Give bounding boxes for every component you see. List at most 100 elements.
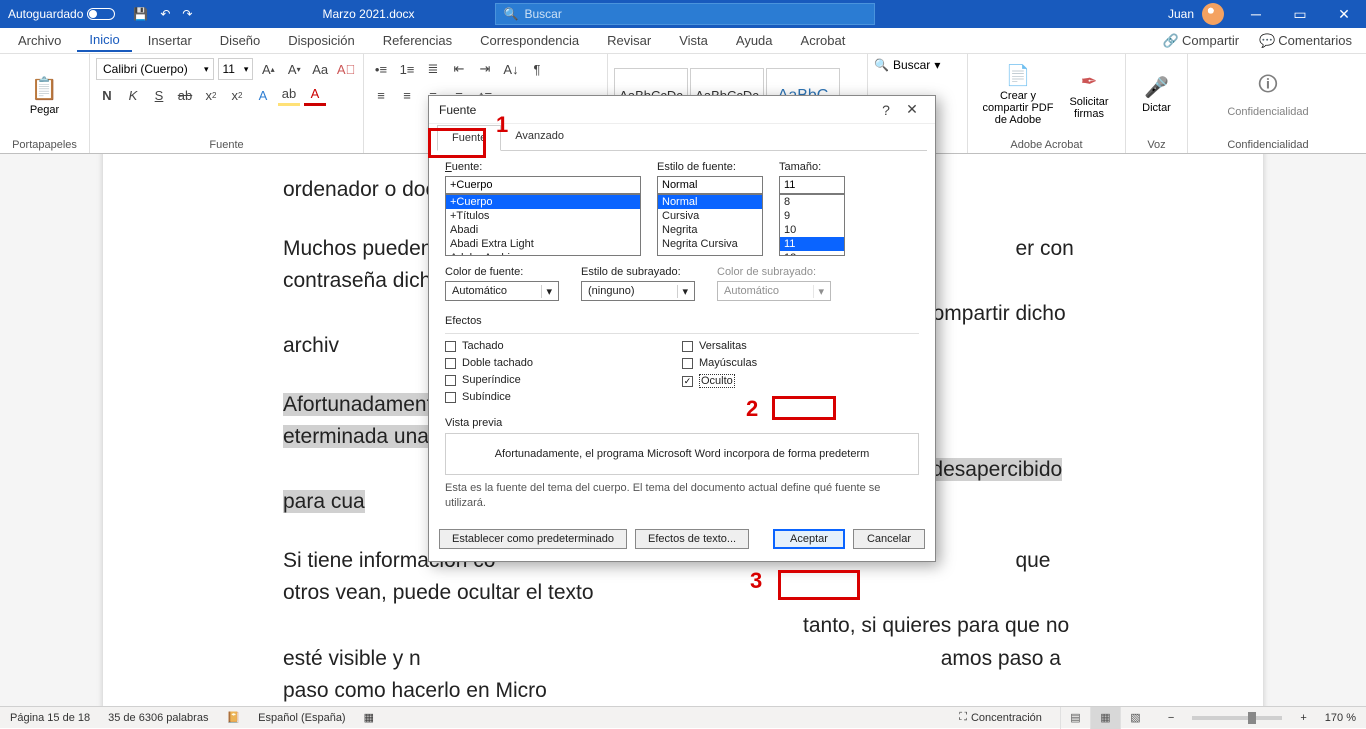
maximize-button[interactable]: ▭ [1278, 0, 1322, 28]
close-button[interactable]: ✕ [1322, 0, 1366, 28]
zoom-level[interactable]: 170 % [1325, 712, 1356, 724]
checkbox-strikethrough[interactable]: Tachado [445, 340, 682, 352]
find-button[interactable]: 🔍 Buscar ▾ [874, 58, 961, 72]
tab-references[interactable]: Referencias [371, 30, 464, 51]
zoom-slider[interactable] [1192, 716, 1282, 720]
tab-view[interactable]: Vista [667, 30, 720, 51]
grow-font-icon[interactable]: A▴ [257, 58, 279, 80]
checkbox-subscript[interactable]: Subíndice [445, 391, 682, 403]
dictate-button[interactable]: 🎤Dictar [1134, 58, 1180, 130]
list-item[interactable]: Normal [658, 195, 762, 209]
tab-layout[interactable]: Disposición [276, 30, 366, 51]
show-marks-icon[interactable]: ¶ [526, 58, 548, 80]
list-item[interactable]: 11 [780, 237, 844, 251]
tab-home[interactable]: Inicio [77, 29, 131, 52]
tab-mailings[interactable]: Correspondencia [468, 30, 591, 51]
tab-help[interactable]: Ayuda [724, 30, 785, 51]
set-default-button[interactable]: Establecer como predeterminado [439, 529, 627, 549]
font-color-icon[interactable]: A [304, 84, 326, 106]
tab-file[interactable]: Archivo [6, 30, 73, 51]
underline-button[interactable]: S [148, 84, 170, 106]
minimize-button[interactable]: ─ [1234, 0, 1278, 28]
superscript-button[interactable]: x2 [226, 84, 248, 106]
status-language[interactable]: Español (España) [258, 712, 345, 724]
sort-icon[interactable]: A↓ [500, 58, 522, 80]
focus-mode-button[interactable]: ⛶Concentración [959, 711, 1042, 724]
redo-icon[interactable]: ↷ [182, 7, 192, 21]
align-center-icon[interactable]: ≡ [396, 84, 418, 106]
save-icon[interactable]: 💾 [133, 7, 148, 21]
view-web-icon[interactable]: ▧ [1120, 707, 1150, 729]
font-name-combo[interactable]: Calibri (Cuerpo)▾ [96, 58, 214, 80]
fontcolor-combo[interactable]: Automático▾ [445, 281, 559, 301]
search-box[interactable]: 🔍 Buscar [495, 3, 875, 25]
fontstyle-input[interactable] [657, 176, 763, 194]
dialog-titlebar[interactable]: Fuente ? ✕ [429, 96, 935, 124]
view-print-icon[interactable]: ▦ [1090, 707, 1120, 729]
view-read-icon[interactable]: ▤ [1060, 707, 1090, 729]
list-item[interactable]: Adobe Arabic [446, 251, 640, 256]
list-item[interactable]: 12 [780, 251, 844, 256]
list-item[interactable]: 9 [780, 209, 844, 223]
bullets-icon[interactable]: •≡ [370, 58, 392, 80]
checkbox-hidden[interactable]: Oculto [682, 374, 919, 388]
bold-button[interactable]: N [96, 84, 118, 106]
subscript-button[interactable]: x2 [200, 84, 222, 106]
increase-indent-icon[interactable]: ⇥ [474, 58, 496, 80]
checkbox-allcaps[interactable]: Mayúsculas [682, 357, 919, 369]
font-input[interactable] [445, 176, 641, 194]
checkbox-double-strikethrough[interactable]: Doble tachado [445, 357, 682, 369]
list-item[interactable]: Negrita [658, 223, 762, 237]
checkbox-superscript[interactable]: Superíndice [445, 374, 682, 386]
list-item[interactable]: +Títulos [446, 209, 640, 223]
status-page[interactable]: Página 15 de 18 [10, 712, 90, 724]
list-item[interactable]: 10 [780, 223, 844, 237]
request-signatures-button[interactable]: ✒Solicitar firmas [1066, 58, 1112, 130]
status-spellcheck-icon[interactable]: 📔 [226, 711, 240, 724]
autosave-toggle[interactable]: Autoguardado [0, 7, 123, 21]
highlight-icon[interactable]: ab [278, 84, 300, 106]
size-list[interactable]: 8 9 10 11 12 [779, 194, 845, 256]
list-item[interactable]: +Cuerpo [446, 195, 640, 209]
change-case-icon[interactable]: Aa [309, 58, 331, 80]
underlinestyle-combo[interactable]: (ninguno)▾ [581, 281, 695, 301]
confidentiality-button[interactable]: 🛈Confidencialidad [1213, 58, 1323, 130]
list-item[interactable]: Abadi [446, 223, 640, 237]
close-icon[interactable]: ✕ [899, 101, 925, 118]
user-account[interactable]: Juan [1158, 3, 1234, 25]
checkbox-smallcaps[interactable]: Versalitas [682, 340, 919, 352]
dialog-tab-advanced[interactable]: Avanzado [501, 124, 578, 150]
tab-insert[interactable]: Insertar [136, 30, 204, 51]
tab-review[interactable]: Revisar [595, 30, 663, 51]
strike-button[interactable]: ab [174, 84, 196, 106]
clear-format-icon[interactable]: A⃠ [335, 58, 357, 80]
zoom-in-icon[interactable]: + [1300, 712, 1306, 724]
text-effects-icon[interactable]: A [252, 84, 274, 106]
dialog-tab-font[interactable]: Fuente [437, 125, 501, 151]
zoom-out-icon[interactable]: − [1168, 712, 1174, 724]
numbering-icon[interactable]: 1≡ [396, 58, 418, 80]
font-list[interactable]: +Cuerpo +Títulos Abadi Abadi Extra Light… [445, 194, 641, 256]
cancel-button[interactable]: Cancelar [853, 529, 925, 549]
undo-icon[interactable]: ↶ [160, 7, 170, 21]
tab-acrobat[interactable]: Acrobat [789, 30, 858, 51]
accept-button[interactable]: Aceptar [773, 529, 845, 549]
status-words[interactable]: 35 de 6306 palabras [108, 712, 208, 724]
status-macros-icon[interactable]: ▦ [364, 711, 374, 724]
share-button[interactable]: 🔗 Compartir [1155, 30, 1247, 52]
list-item[interactable]: Negrita Cursiva [658, 237, 762, 251]
list-item[interactable]: Abadi Extra Light [446, 237, 640, 251]
align-left-icon[interactable]: ≡ [370, 84, 392, 106]
multilevel-icon[interactable]: ≣ [422, 58, 444, 80]
fontstyle-list[interactable]: Normal Cursiva Negrita Negrita Cursiva [657, 194, 763, 256]
comments-button[interactable]: 💬 Comentarios [1251, 30, 1360, 52]
create-pdf-button[interactable]: 📄Crear y compartir PDF de Adobe [974, 58, 1062, 130]
list-item[interactable]: Cursiva [658, 209, 762, 223]
font-size-combo[interactable]: 11▾ [218, 58, 254, 80]
size-input[interactable] [779, 176, 845, 194]
help-icon[interactable]: ? [873, 102, 899, 118]
shrink-font-icon[interactable]: A▾ [283, 58, 305, 80]
list-item[interactable]: 8 [780, 195, 844, 209]
decrease-indent-icon[interactable]: ⇤ [448, 58, 470, 80]
paste-button[interactable]: 📋 Pegar [22, 60, 68, 132]
